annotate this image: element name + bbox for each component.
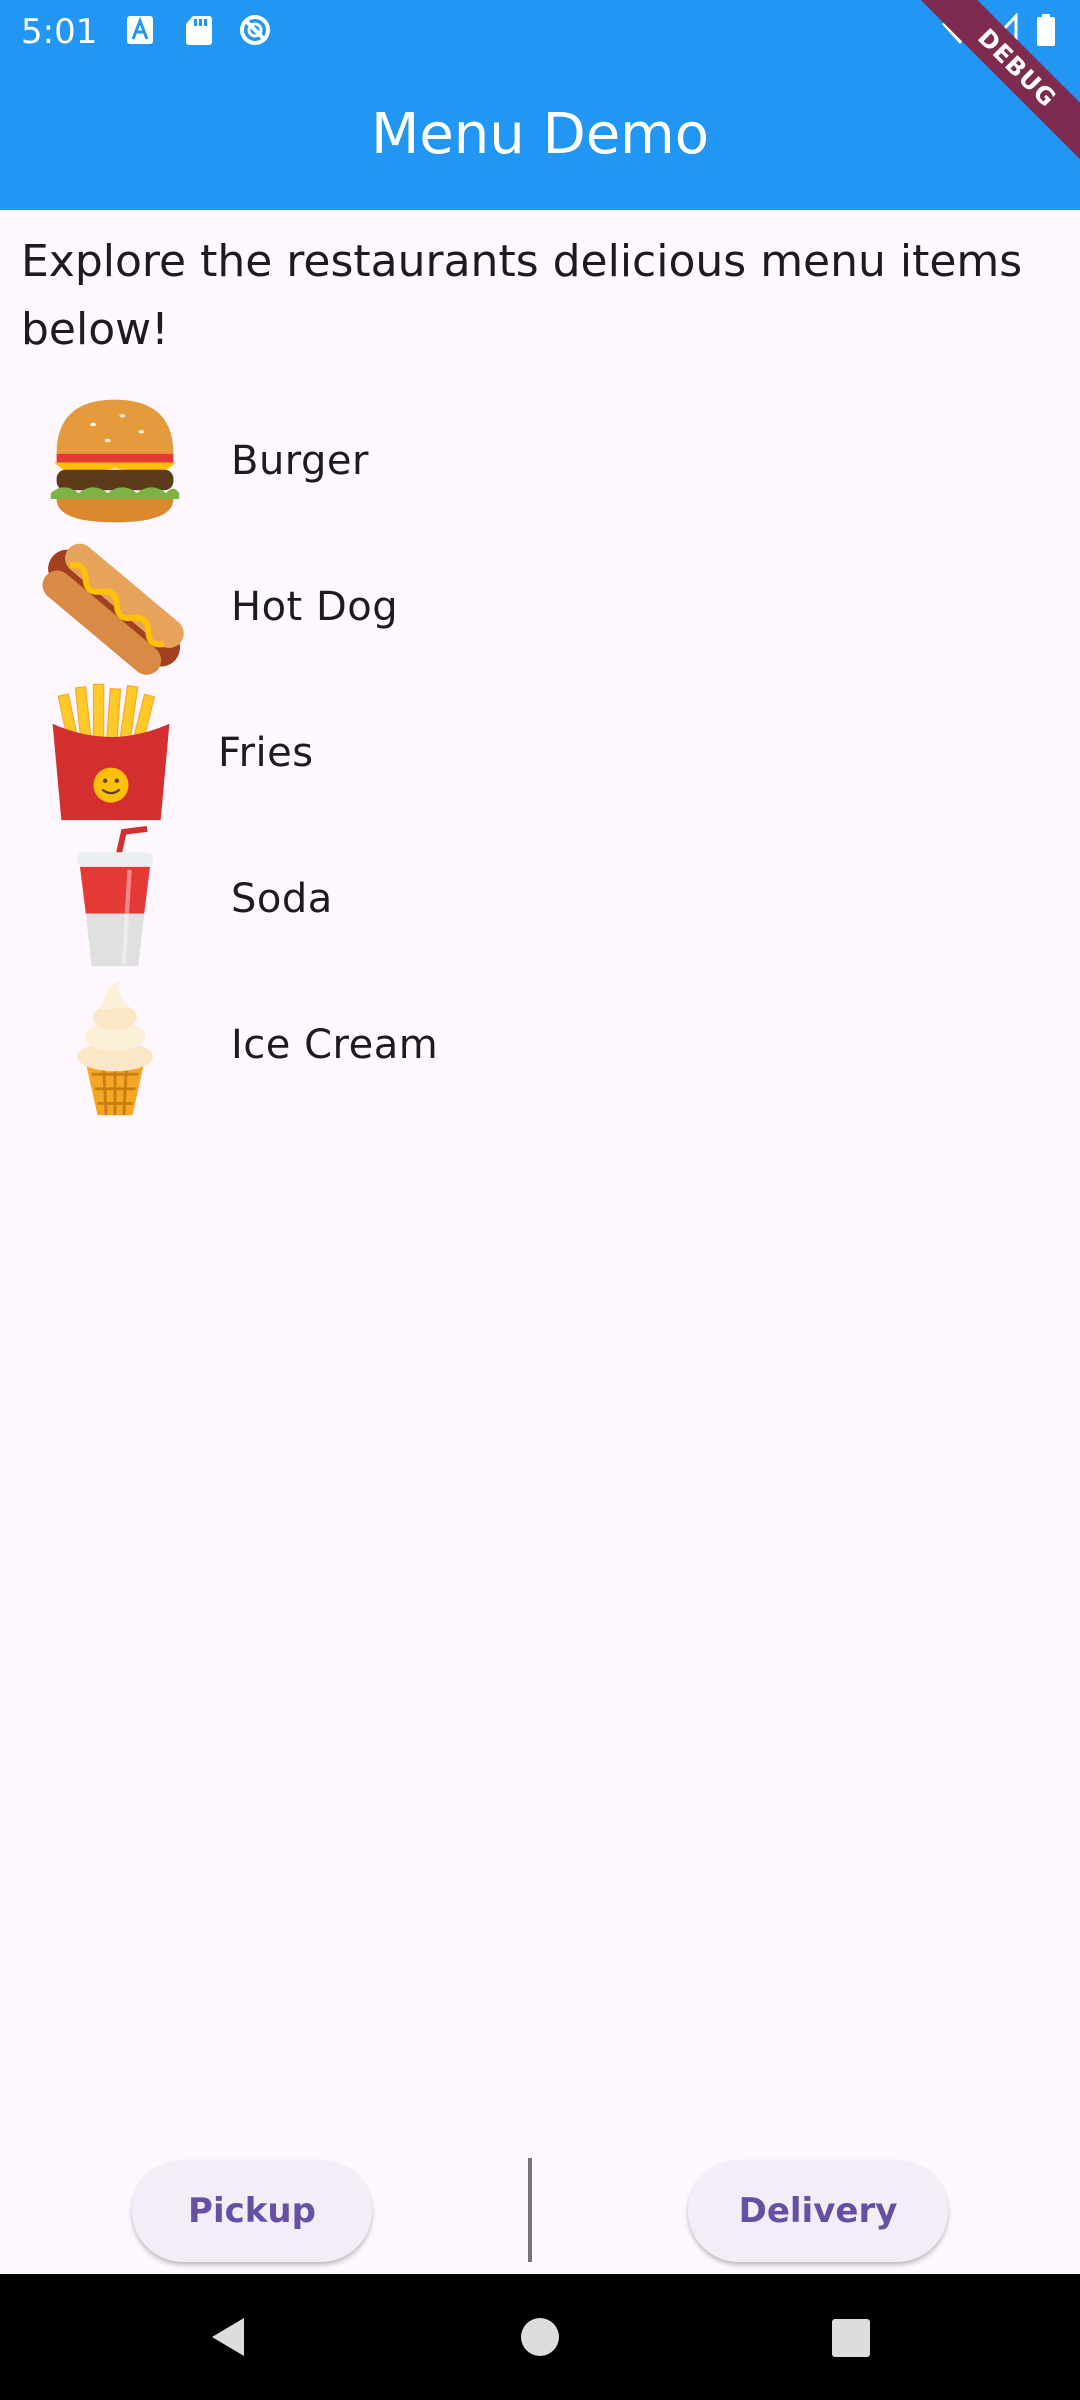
list-item: Ice Cream — [0, 972, 700, 1118]
do-not-disturb-icon — [240, 15, 270, 45]
navigation-bar — [0, 2274, 1080, 2400]
delivery-button[interactable]: Delivery — [688, 2160, 948, 2262]
back-icon[interactable] — [166, 2274, 286, 2400]
menu-item-label: Soda — [231, 876, 333, 922]
burger-icon — [50, 399, 180, 523]
fries-icon — [52, 683, 170, 821]
pickup-button[interactable]: Pickup — [132, 2160, 372, 2262]
home-icon[interactable] — [480, 2274, 600, 2400]
menu-item-label: Ice Cream — [231, 1022, 439, 1068]
soda-icon — [77, 826, 153, 967]
battery-icon — [1037, 14, 1055, 46]
list-item: Fries — [0, 680, 700, 826]
menu-item-label: Hot Dog — [231, 584, 399, 630]
status-bar: 5:01 — [0, 0, 1080, 64]
app-bar-title: Menu Demo — [371, 102, 709, 167]
divider — [528, 2158, 532, 2262]
text-a-notification-icon — [127, 16, 153, 44]
menu-item-label: Burger — [231, 438, 369, 484]
intro-text: Explore the restaurants delicious menu i… — [21, 236, 1023, 355]
status-time: 5:01 — [21, 12, 98, 52]
list-item: Soda — [0, 826, 700, 972]
ice-cream-icon — [77, 980, 153, 1116]
list-item: Hot Dog — [0, 534, 700, 680]
sd-card-icon — [186, 16, 212, 45]
recents-icon[interactable] — [790, 2274, 910, 2400]
hot-dog-icon — [42, 543, 184, 675]
app-bar: Menu Demo — [0, 64, 1080, 210]
menu-item-label: Fries — [218, 730, 314, 776]
list-item: Burger — [0, 388, 700, 534]
